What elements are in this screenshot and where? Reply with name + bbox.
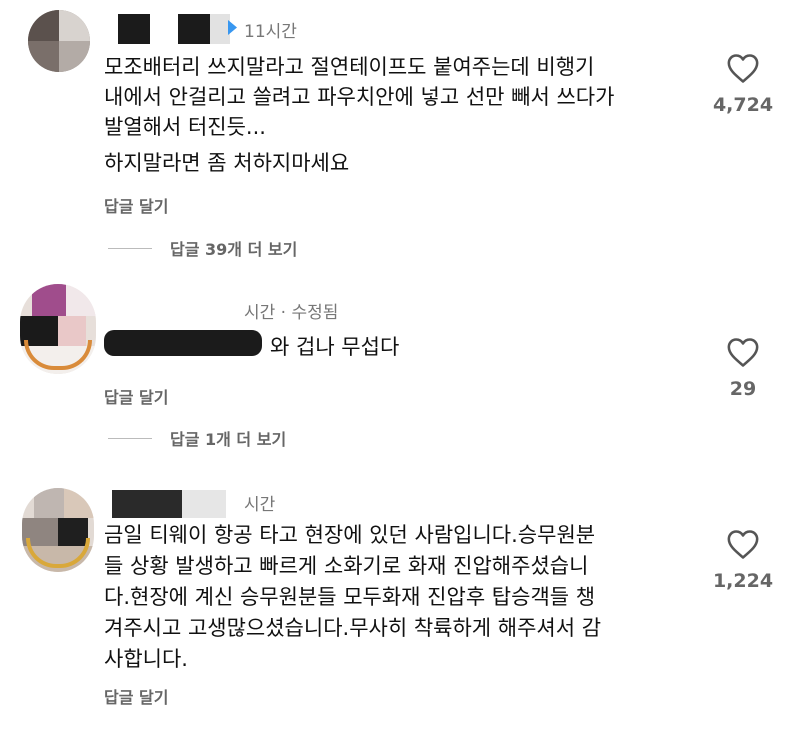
comment-text: 와 겁나 무섭다 [270,332,570,362]
username-redacted [182,490,226,518]
divider-line [108,247,152,249]
reply-button[interactable]: 답글 달기 [104,684,168,708]
view-more-replies-label: 답글 1개 더 보기 [170,430,287,449]
comment-line: 들 상황 발생하고 빠르게 소화기로 화재 진압해주셨습니 [104,554,589,578]
comment-1: 11시간 모조배터리 쓰지말라고 절연테이프도 붙여주는데 비행기 내에서 안걸… [0,0,800,270]
avatar[interactable] [22,488,94,572]
comment-line: 발열해서 터진듯... [104,115,266,139]
view-more-replies-button[interactable]: 답글 39개 더 보기 [108,238,298,259]
reply-button[interactable]: 답글 달기 [104,193,168,217]
divider-line [108,437,152,439]
comment-line: 금일 티웨이 항공 타고 현장에 있던 사람입니다.승무원분 [104,523,596,547]
comment-line: 와 겁나 무섭다 [270,335,400,359]
heart-outline-icon[interactable] [726,336,760,368]
view-more-replies-button[interactable]: 답글 1개 더 보기 [108,428,287,449]
like-control: 4,724 [708,52,778,116]
username-redacted[interactable] [178,14,210,44]
like-count: 4,724 [712,94,774,116]
like-count: 1,224 [712,570,774,592]
comment-line: 하지말라면 좀 처하지마세요 [104,151,350,175]
comment-line: 내에서 안걸리고 쓸려고 파우치안에 넣고 선만 빼서 쓰다가 [104,85,615,109]
like-count: 29 [729,378,757,400]
comment-line: 겨주시고 고생많으셨습니다.무사히 착륙하게 해주셔서 감 [104,616,602,640]
comment-text: 모조배터리 쓰지말라고 절연테이프도 붙여주는데 비행기 내에서 안걸리고 쓸려… [104,52,704,178]
verified-badge-icon [228,20,237,35]
username-redacted [210,14,230,44]
comment-text: 금일 티웨이 항공 타고 현장에 있던 사람입니다.승무원분 들 상황 발생하고… [104,520,704,675]
comment-3: 시간 금일 티웨이 항공 타고 현장에 있던 사람입니다.승무원분 들 상황 발… [0,470,800,731]
like-control: 1,224 [708,528,778,592]
username-redacted[interactable] [104,330,262,356]
view-more-replies-label: 답글 39개 더 보기 [170,240,298,259]
comment-time: 11시간 [244,22,297,42]
heart-outline-icon[interactable] [726,52,760,84]
username-redacted[interactable] [118,14,150,44]
reply-button[interactable]: 답글 달기 [104,384,168,408]
avatar[interactable] [20,284,96,374]
comment-line: 다.현장에 계신 승무원분들 모두화재 진압후 탑승객들 챙 [104,585,596,609]
comment-line: 모조배터리 쓰지말라고 절연테이프도 붙여주는데 비행기 [104,55,595,79]
like-control: 29 [708,336,778,400]
comment-time: 시간 [244,495,276,515]
comment-2: 시간 · 수정됨 와 겁나 무섭다 답글 달기 29 답글 1개 더 보기 [0,270,800,470]
avatar[interactable] [28,10,90,72]
heart-outline-icon[interactable] [726,528,760,560]
username-redacted[interactable] [112,490,182,518]
comment-time: 시간 · 수정됨 [244,303,339,323]
comment-line: 사합니다. [104,647,188,671]
